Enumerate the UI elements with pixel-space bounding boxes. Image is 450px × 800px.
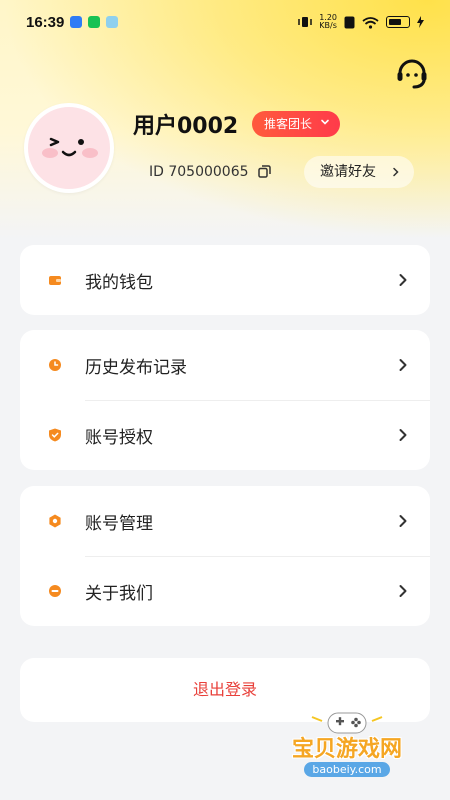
history-auth-card: 历史发布记录 账号授权 bbox=[20, 330, 430, 470]
chevron-right-icon bbox=[399, 359, 407, 371]
customer-service-icon[interactable] bbox=[394, 56, 430, 92]
sim-icon bbox=[344, 16, 355, 28]
vibrate-icon bbox=[298, 17, 312, 27]
chevron-right-icon bbox=[393, 167, 399, 177]
wechat-notification-icon bbox=[88, 16, 101, 28]
invite-friends-label: 邀请好友 bbox=[320, 164, 376, 180]
role-badge-label: 推客团长 bbox=[264, 117, 313, 131]
shield-check-icon bbox=[49, 428, 61, 442]
wallet-card: 我的钱包 bbox=[20, 245, 430, 315]
menu-item-label: 我的钱包 bbox=[85, 272, 153, 293]
cloud-notification-icon bbox=[106, 16, 119, 28]
wifi-icon bbox=[362, 16, 379, 29]
chevron-down-icon bbox=[321, 119, 329, 125]
status-bar: 16:39 1.20 KB/s bbox=[0, 0, 450, 44]
battery-icon bbox=[386, 16, 410, 28]
user-id: ID 705000065 bbox=[139, 156, 277, 188]
copy-icon[interactable] bbox=[257, 165, 271, 178]
chevron-right-icon bbox=[399, 274, 407, 286]
smiley-face-icon bbox=[42, 137, 98, 158]
chevron-right-icon bbox=[399, 429, 407, 441]
status-time: 16:39 bbox=[26, 13, 65, 31]
menu-item-account-management[interactable]: 账号管理 bbox=[20, 486, 430, 556]
app-notification-icon bbox=[70, 16, 83, 28]
charging-icon bbox=[417, 16, 424, 28]
info-icon bbox=[49, 585, 61, 597]
menu-item-label: 关于我们 bbox=[85, 583, 153, 604]
menu-item-account-authorization[interactable]: 账号授权 bbox=[20, 400, 430, 470]
menu-item-label: 历史发布记录 bbox=[85, 357, 187, 378]
watermark-title: 宝贝游戏网 bbox=[291, 737, 402, 762]
role-badge[interactable]: 推客团长 bbox=[252, 111, 341, 137]
avatar[interactable] bbox=[24, 103, 114, 193]
watermark-url: baobeiy.com bbox=[272, 762, 422, 777]
account-about-card: 账号管理 关于我们 bbox=[20, 486, 430, 626]
menu-item-history[interactable]: 历史发布记录 bbox=[20, 330, 430, 400]
settings-icon bbox=[49, 514, 61, 528]
network-speed: 1.20 KB/s bbox=[319, 13, 337, 30]
menu-item-label: 账号授权 bbox=[85, 427, 153, 448]
wallet-icon bbox=[49, 276, 61, 285]
menu-item-wallet[interactable]: 我的钱包 bbox=[20, 245, 430, 315]
menu-item-label: 账号管理 bbox=[85, 513, 153, 534]
user-id-text: ID 705000065 bbox=[149, 164, 249, 180]
username: 用户0002 bbox=[133, 114, 239, 139]
invite-friends-button[interactable]: 邀请好友 bbox=[304, 156, 414, 188]
menu-item-about-us[interactable]: 关于我们 bbox=[20, 556, 430, 626]
chevron-right-icon bbox=[399, 515, 407, 527]
watermark: 宝贝游戏网 baobeiy.com bbox=[272, 705, 422, 795]
chevron-right-icon bbox=[399, 585, 407, 597]
clock-icon bbox=[49, 359, 61, 371]
